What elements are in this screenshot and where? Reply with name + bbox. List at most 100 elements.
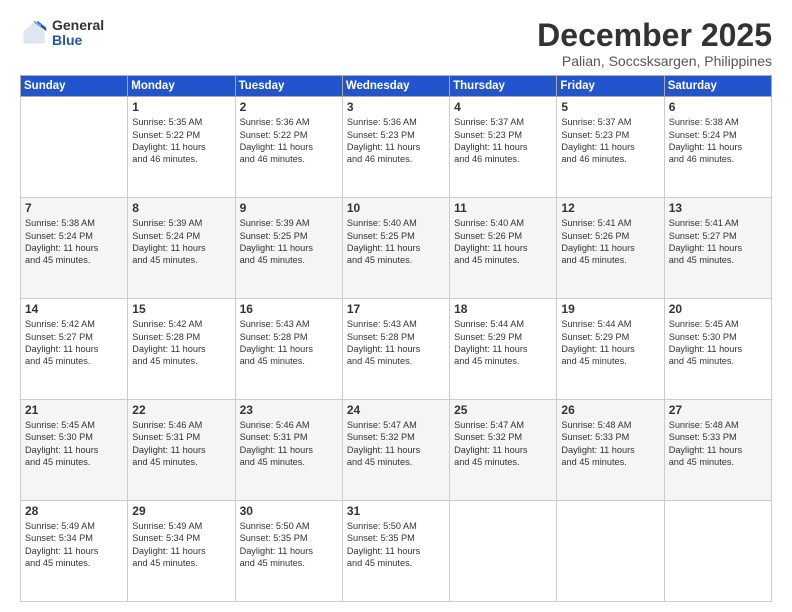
day-cell: 3Sunrise: 5:36 AM Sunset: 5:23 PM Daylig… xyxy=(342,97,449,198)
logo-blue: Blue xyxy=(52,33,104,48)
day-info: Sunrise: 5:46 AM Sunset: 5:31 PM Dayligh… xyxy=(132,419,231,469)
day-cell: 23 Sunrise: 5:46 AM Sunset: 5:31 PM Dayli… xyxy=(235,400,342,501)
week-row: 14 Sunrise: 5:42 AM Sunset: 5:27 PM Dayli… xyxy=(21,299,772,400)
day-cell: 31Sunrise: 5:50 AM Sunset: 5:35 PM Dayli… xyxy=(342,501,449,602)
day-header: Friday xyxy=(557,76,664,97)
day-info: Sunrise: 5:44 AM Sunset: 5:29 PM Dayligh… xyxy=(454,318,553,368)
day-number: 6 xyxy=(669,100,768,114)
day-info: Sunrise: 5:41 AM Sunset: 5:26 PM Dayligh… xyxy=(561,217,660,267)
day-info: Sunrise: 5:46 AM Sunset: 5:31 PM Dayligh… xyxy=(240,419,339,469)
day-number: 4 xyxy=(454,100,553,114)
day-cell: 26 Sunrise: 5:48 AM Sunset: 5:33 PM Dayli… xyxy=(557,400,664,501)
day-cell: 27 Sunrise: 5:48 AM Sunset: 5:33 PM Dayli… xyxy=(664,400,771,501)
day-cell: 19 Sunrise: 5:44 AM Sunset: 5:29 PM Dayli… xyxy=(557,299,664,400)
day-cell: 6Sunrise: 5:38 AM Sunset: 5:24 PM Daylig… xyxy=(664,97,771,198)
day-number: 13 xyxy=(669,201,768,215)
day-number: 14 xyxy=(25,302,124,316)
day-number: 3 xyxy=(347,100,446,114)
day-cell: 9Sunrise: 5:39 AM Sunset: 5:25 PM Daylig… xyxy=(235,198,342,299)
day-info: Sunrise: 5:37 AM Sunset: 5:23 PM Dayligh… xyxy=(561,116,660,166)
day-number: 1 xyxy=(132,100,231,114)
day-cell: 4Sunrise: 5:37 AM Sunset: 5:23 PM Daylig… xyxy=(450,97,557,198)
day-info: Sunrise: 5:42 AM Sunset: 5:28 PM Dayligh… xyxy=(132,318,231,368)
page: General Blue December 2025 Palian, Soccs… xyxy=(0,0,792,612)
day-cell: 20Sunrise: 5:45 AM Sunset: 5:30 PM Dayli… xyxy=(664,299,771,400)
title-block: December 2025 Palian, Soccsksargen, Phil… xyxy=(537,18,772,69)
day-info: Sunrise: 5:40 AM Sunset: 5:26 PM Dayligh… xyxy=(454,217,553,267)
day-info: Sunrise: 5:35 AM Sunset: 5:22 PM Dayligh… xyxy=(132,116,231,166)
day-info: Sunrise: 5:49 AM Sunset: 5:34 PM Dayligh… xyxy=(132,520,231,570)
day-number: 31 xyxy=(347,504,446,518)
day-number: 30 xyxy=(240,504,339,518)
day-number: 28 xyxy=(25,504,124,518)
day-cell: 12 Sunrise: 5:41 AM Sunset: 5:26 PM Dayli… xyxy=(557,198,664,299)
day-info: Sunrise: 5:38 AM Sunset: 5:24 PM Dayligh… xyxy=(25,217,124,267)
day-cell: 5Sunrise: 5:37 AM Sunset: 5:23 PM Daylig… xyxy=(557,97,664,198)
day-header: Thursday xyxy=(450,76,557,97)
week-row: 7 Sunrise: 5:38 AM Sunset: 5:24 PM Daylig… xyxy=(21,198,772,299)
day-cell: 17 Sunrise: 5:43 AM Sunset: 5:28 PM Dayli… xyxy=(342,299,449,400)
day-header: Wednesday xyxy=(342,76,449,97)
day-number: 16 xyxy=(240,302,339,316)
day-number: 8 xyxy=(132,201,231,215)
day-cell: 25 Sunrise: 5:47 AM Sunset: 5:32 PM Dayli… xyxy=(450,400,557,501)
day-number: 23 xyxy=(240,403,339,417)
day-info: Sunrise: 5:43 AM Sunset: 5:28 PM Dayligh… xyxy=(240,318,339,368)
day-info: Sunrise: 5:43 AM Sunset: 5:28 PM Dayligh… xyxy=(347,318,446,368)
logo-icon xyxy=(20,19,48,47)
location: Palian, Soccsksargen, Philippines xyxy=(537,53,772,69)
day-number: 21 xyxy=(25,403,124,417)
day-cell: 13 Sunrise: 5:41 AM Sunset: 5:27 PM Dayli… xyxy=(664,198,771,299)
day-header: Tuesday xyxy=(235,76,342,97)
week-row: 21 Sunrise: 5:45 AM Sunset: 5:30 PM Dayli… xyxy=(21,400,772,501)
day-info: Sunrise: 5:48 AM Sunset: 5:33 PM Dayligh… xyxy=(669,419,768,469)
header: General Blue December 2025 Palian, Soccs… xyxy=(20,18,772,69)
day-info: Sunrise: 5:44 AM Sunset: 5:29 PM Dayligh… xyxy=(561,318,660,368)
day-header: Monday xyxy=(128,76,235,97)
day-info: Sunrise: 5:47 AM Sunset: 5:32 PM Dayligh… xyxy=(454,419,553,469)
day-number: 25 xyxy=(454,403,553,417)
logo-text: General Blue xyxy=(52,18,104,49)
day-cell: 22 Sunrise: 5:46 AM Sunset: 5:31 PM Dayli… xyxy=(128,400,235,501)
day-info: Sunrise: 5:36 AM Sunset: 5:22 PM Dayligh… xyxy=(240,116,339,166)
day-cell: 14 Sunrise: 5:42 AM Sunset: 5:27 PM Dayli… xyxy=(21,299,128,400)
week-row: 1 Sunrise: 5:35 AM Sunset: 5:22 PM Daylig… xyxy=(21,97,772,198)
day-cell: 24Sunrise: 5:47 AM Sunset: 5:32 PM Dayli… xyxy=(342,400,449,501)
day-number: 20 xyxy=(669,302,768,316)
day-cell xyxy=(664,501,771,602)
day-info: Sunrise: 5:47 AM Sunset: 5:32 PM Dayligh… xyxy=(347,419,446,469)
day-cell: 10Sunrise: 5:40 AM Sunset: 5:25 PM Dayli… xyxy=(342,198,449,299)
day-info: Sunrise: 5:39 AM Sunset: 5:24 PM Dayligh… xyxy=(132,217,231,267)
day-info: Sunrise: 5:42 AM Sunset: 5:27 PM Dayligh… xyxy=(25,318,124,368)
day-cell: 1 Sunrise: 5:35 AM Sunset: 5:22 PM Daylig… xyxy=(128,97,235,198)
day-cell: 2 Sunrise: 5:36 AM Sunset: 5:22 PM Daylig… xyxy=(235,97,342,198)
day-number: 7 xyxy=(25,201,124,215)
day-cell: 30 Sunrise: 5:50 AM Sunset: 5:35 PM Dayli… xyxy=(235,501,342,602)
day-cell: 8 Sunrise: 5:39 AM Sunset: 5:24 PM Daylig… xyxy=(128,198,235,299)
day-number: 18 xyxy=(454,302,553,316)
week-row: 28 Sunrise: 5:49 AM Sunset: 5:34 PM Dayli… xyxy=(21,501,772,602)
day-info: Sunrise: 5:48 AM Sunset: 5:33 PM Dayligh… xyxy=(561,419,660,469)
day-cell: 11Sunrise: 5:40 AM Sunset: 5:26 PM Dayli… xyxy=(450,198,557,299)
day-cell: 28Sunrise: 5:49 AM Sunset: 5:34 PM Dayli… xyxy=(21,501,128,602)
day-cell xyxy=(450,501,557,602)
day-info: Sunrise: 5:45 AM Sunset: 5:30 PM Dayligh… xyxy=(25,419,124,469)
month-title: December 2025 xyxy=(537,18,772,53)
day-number: 12 xyxy=(561,201,660,215)
day-cell: 29Sunrise: 5:49 AM Sunset: 5:34 PM Dayli… xyxy=(128,501,235,602)
day-cell xyxy=(21,97,128,198)
day-header: Saturday xyxy=(664,76,771,97)
logo-general: General xyxy=(52,18,104,33)
day-cell xyxy=(557,501,664,602)
day-info: Sunrise: 5:41 AM Sunset: 5:27 PM Dayligh… xyxy=(669,217,768,267)
day-cell: 16 Sunrise: 5:43 AM Sunset: 5:28 PM Dayli… xyxy=(235,299,342,400)
day-number: 15 xyxy=(132,302,231,316)
day-cell: 18 Sunrise: 5:44 AM Sunset: 5:29 PM Dayli… xyxy=(450,299,557,400)
day-number: 27 xyxy=(669,403,768,417)
day-info: Sunrise: 5:50 AM Sunset: 5:35 PM Dayligh… xyxy=(240,520,339,570)
day-number: 17 xyxy=(347,302,446,316)
day-number: 19 xyxy=(561,302,660,316)
day-number: 26 xyxy=(561,403,660,417)
day-number: 2 xyxy=(240,100,339,114)
day-number: 22 xyxy=(132,403,231,417)
